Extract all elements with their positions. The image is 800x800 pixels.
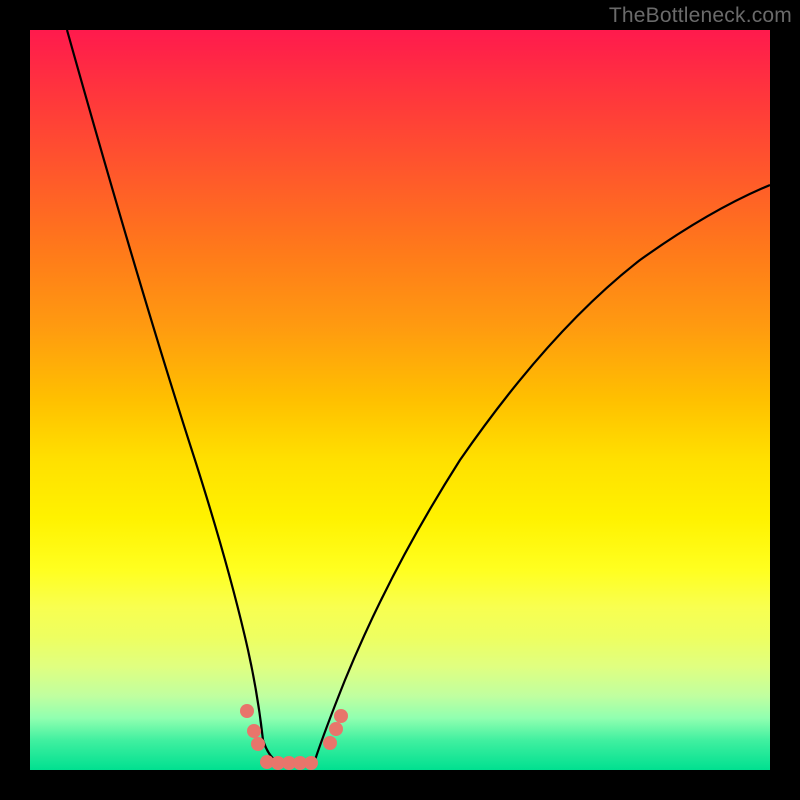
watermark-text: TheBottleneck.com bbox=[609, 4, 792, 28]
marker-dot bbox=[329, 722, 343, 736]
marker-dot bbox=[304, 756, 318, 770]
marker-dot bbox=[240, 704, 254, 718]
outer-frame: TheBottleneck.com bbox=[0, 0, 800, 800]
chart-svg bbox=[30, 30, 770, 770]
marker-dot bbox=[251, 737, 265, 751]
marker-dot bbox=[334, 709, 348, 723]
curve-left-branch bbox=[67, 30, 263, 740]
marker-dot bbox=[323, 736, 337, 750]
curve-right-branch bbox=[315, 185, 770, 760]
marker-dot bbox=[247, 724, 261, 738]
